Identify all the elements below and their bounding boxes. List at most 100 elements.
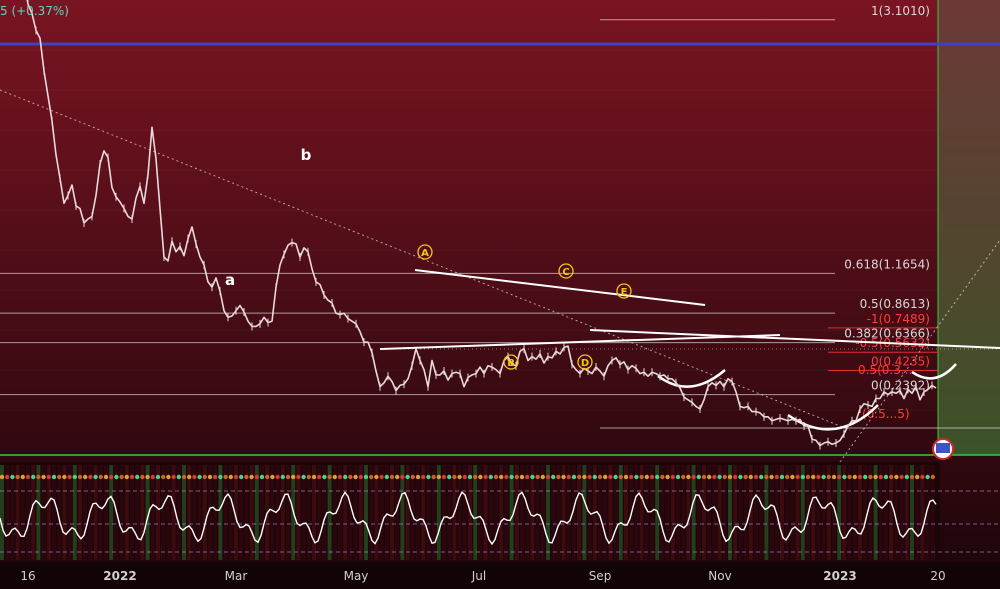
indicator-dot — [285, 474, 291, 480]
indicator-dot — [889, 474, 894, 480]
indicator-bar — [473, 465, 478, 560]
indicator-dot — [499, 474, 504, 480]
indicator-dot — [10, 474, 15, 480]
indicator-dot — [129, 474, 135, 480]
indicator-dot — [545, 474, 551, 480]
indicator-dot — [332, 474, 337, 480]
indicator-dot — [733, 474, 738, 480]
indicator-bar — [691, 465, 696, 560]
indicator-dot — [847, 474, 852, 480]
indicator-bar — [348, 465, 353, 560]
indicator-dot — [15, 474, 20, 480]
indicator-dot — [665, 474, 670, 480]
indicator-bar — [639, 465, 644, 560]
indicator-bar — [223, 465, 228, 560]
indicator-bar — [826, 465, 831, 560]
indicator-dot — [909, 474, 915, 480]
indicator-dot — [753, 474, 759, 480]
indicator-dot — [207, 474, 213, 480]
indicator-dot — [166, 474, 171, 480]
indicator-bar — [598, 465, 602, 560]
indicator-dot — [369, 474, 374, 480]
wave-label: B — [507, 358, 515, 369]
indicator-bar — [301, 465, 306, 560]
indicator-dot — [5, 474, 10, 480]
indicator-bar — [478, 465, 483, 560]
indicator-dot — [72, 474, 78, 480]
indicator-dot — [722, 474, 727, 480]
indicator-bar — [343, 465, 348, 560]
indicator-bar — [785, 465, 790, 560]
indicator-dot — [707, 474, 712, 480]
indicator-dot — [551, 474, 556, 480]
chart-screen: 1(3.1010) 0.618(1.1654) 0.5(0.8613) -1(0.74… — [0, 0, 1000, 589]
indicator-dot — [837, 474, 842, 480]
indicator-dot — [623, 474, 629, 480]
indicator-bar — [608, 465, 613, 560]
indicator-dot — [114, 474, 119, 480]
indicator-bar — [681, 465, 686, 560]
indicator-dot — [821, 474, 826, 480]
indicator-bar — [421, 465, 426, 560]
indicator-dot — [265, 474, 270, 480]
price-chart[interactable]: 1(3.1010) 0.618(1.1654) 0.5(0.8613)-1(0.74… — [0, 0, 1000, 589]
indicator-bar — [317, 465, 322, 560]
indicator-dot — [779, 474, 785, 480]
indicator-dot — [0, 474, 5, 480]
indicator-dot — [436, 474, 441, 480]
indicator-dot — [535, 474, 540, 480]
indicator-bar — [795, 465, 800, 560]
indicator-bar — [717, 465, 722, 560]
x-axis-tick-label: 16 — [20, 569, 35, 583]
indicator-bar — [842, 465, 847, 560]
indicator-bar — [353, 465, 358, 560]
indicator-dot — [119, 474, 124, 480]
indicator-dot — [577, 474, 582, 480]
indicator-bar — [52, 465, 56, 560]
indicator-dot — [150, 474, 155, 480]
indicator-bar — [930, 465, 935, 560]
indicator-bar — [582, 465, 587, 560]
indicator-bar — [499, 465, 504, 560]
x-axis-tick-label: May — [344, 569, 369, 583]
indicator-dot — [197, 474, 202, 480]
indicator-dot — [46, 474, 51, 480]
indicator-bar — [884, 465, 888, 560]
indicator-dot — [441, 474, 447, 480]
indicator-bar — [462, 465, 467, 560]
indicator-dot — [655, 474, 660, 480]
indicator-dot — [629, 474, 634, 480]
indicator-dot — [774, 474, 779, 480]
fib-level-label: -1(0.7489) — [867, 312, 930, 326]
indicator-dot — [738, 474, 743, 480]
indicator-bar — [561, 465, 566, 560]
indicator-dot — [509, 474, 514, 480]
indicator-bar — [228, 465, 233, 560]
indicator-dot — [483, 474, 488, 480]
price-change-readout: 5 (+0.37%) — [0, 4, 69, 18]
indicator-bar — [910, 465, 914, 560]
indicator-dot — [639, 474, 644, 480]
indicator-dot — [831, 474, 837, 480]
indicator-dot — [863, 474, 868, 480]
indicator-bar — [72, 465, 77, 560]
x-axis-tick-label: Nov — [708, 569, 731, 583]
indicator-bar — [78, 465, 82, 560]
indicator-dot — [452, 474, 457, 480]
indicator-bar — [312, 465, 316, 560]
wave-label: C — [562, 267, 569, 278]
indicator-bar — [46, 465, 51, 560]
indicator-dot — [587, 474, 592, 480]
indicator-bar — [525, 465, 530, 560]
indicator-dot — [556, 474, 561, 480]
indicator-bar — [816, 465, 821, 560]
indicator-dot — [358, 474, 363, 480]
indicator-dot — [592, 474, 597, 480]
indicator-bar — [182, 465, 186, 560]
indicator-dot — [249, 474, 254, 480]
indicator-dot — [894, 474, 899, 480]
indicator-dot — [176, 474, 181, 480]
x-axis-tick-label: 2022 — [103, 569, 136, 583]
indicator-bar — [634, 465, 639, 560]
indicator-dot — [826, 474, 831, 480]
